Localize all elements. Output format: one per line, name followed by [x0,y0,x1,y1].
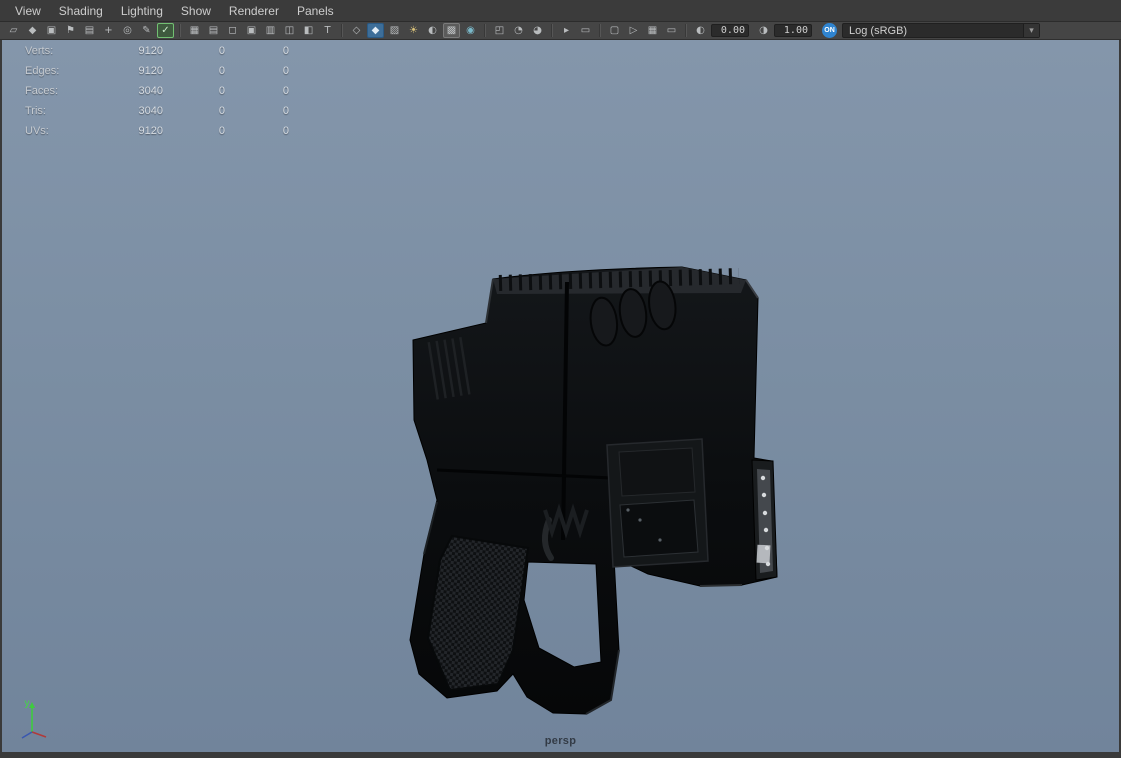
menu-panels[interactable]: Panels [288,0,343,22]
hud-stat-col2: 0 [218,65,225,77]
xray-joints-icon[interactable]: ◕ [529,23,546,38]
menu-renderer[interactable]: Renderer [220,0,288,22]
hud-text-icon[interactable]: T [319,23,336,38]
camera-sequencer-icon[interactable]: ▸ [558,23,575,38]
hud-stat-total: 3040 [138,105,163,117]
toolbar-separator [551,24,553,37]
hud-stat-col2: 0 [218,45,225,57]
image-plane-icon[interactable]: ▤ [81,23,98,38]
grease-pencil-icon[interactable]: ✎ [138,23,155,38]
menu-view[interactable]: View [6,0,50,22]
use-all-lights-icon[interactable]: ☀ [405,23,422,38]
exposure-field[interactable] [711,24,749,37]
gun-magazine-block [606,438,709,568]
hud-stat-col2: 0 [218,105,225,117]
axis-y-label: y [24,698,30,709]
hud-stat-col3: 0 [282,85,289,97]
view-transform-dropdown[interactable]: Log (sRGB) ▾ [842,23,1040,38]
menu-shading[interactable]: Shading [50,0,112,22]
isolate-select-icon[interactable]: ◰ [491,23,508,38]
xray-icon[interactable]: ◔ [510,23,527,38]
textured-icon[interactable]: ▨ [386,23,403,38]
toolbar-separator [685,24,687,37]
hud-stat-total: 9120 [138,45,163,57]
panel-toolbar: ▱◆▣⚑▤+◎✎✓▦▤◻▣▥◫◧T◇◆▨☀◐▩◉◰◔◕▸▭▢▷▦▭ ◐ ◑ ON… [0,22,1121,40]
safe-title-icon[interactable]: ◧ [300,23,317,38]
bookmark-icon[interactable]: ⚑ [62,23,79,38]
hud-stat-total: 3040 [138,85,163,97]
hud-stat-col3: 0 [282,105,289,117]
axis-x-line [31,731,47,738]
resolution-gate-icon[interactable]: ◻ [224,23,241,38]
window-edge-left [0,40,2,758]
hud-stat-col3: 0 [282,45,289,57]
screen-space-ao-icon[interactable]: ▩ [443,23,460,38]
camera-select-icon[interactable]: ▱ [5,23,22,38]
clapper-icon[interactable]: ▭ [577,23,594,38]
gamma-icon[interactable]: ◑ [755,23,772,38]
gate-mask-icon[interactable]: ▣ [243,23,260,38]
menu-lighting[interactable]: Lighting [112,0,172,22]
window-edge-bottom [0,752,1121,758]
render-view-icon[interactable]: ▦ [644,23,661,38]
hud-stat-label: Tris: [25,105,46,117]
pan-zoom-icon[interactable]: + [100,23,117,38]
letterbox-icon[interactable]: ▭ [663,23,680,38]
field-chart-icon[interactable]: ▥ [262,23,279,38]
playblast-icon[interactable]: ▷ [625,23,642,38]
toolbar-separator [599,24,601,37]
axis-triad: y [21,698,47,739]
toolbar-separator [484,24,486,37]
view-transform-value: Log (sRGB) [849,24,908,37]
wireframe-icon[interactable]: ◇ [348,23,365,38]
shadows-icon[interactable]: ◐ [424,23,441,38]
hud-stat-col2: 0 [218,125,225,137]
toolbar-icon-groups: ▱ ◆ ▣ ⚑ ▤ + ◎ ✎ ✓ ▦ ▤ ◻ ▣ ▥ ◫ ◧ T ◇ ◆ ▨ ☀ ◐ ▩ ◉ ◰ ◔ ◕ ▸ ▭ ▢ ▷ ▦ ▭ [4,23,681,38]
hud-stat-total: 9120 [138,125,163,137]
chevron-down-icon: ▾ [1023,24,1039,37]
camera-lock-icon[interactable]: ◆ [24,23,41,38]
grid-icon[interactable]: ▦ [186,23,203,38]
hud-stat-label: Verts: [25,45,54,57]
snap-view-icon[interactable]: ◎ [119,23,136,38]
axis-z-line [21,731,33,739]
camera-attributes-icon[interactable]: ▣ [43,23,60,38]
poly-count-hud: Verts: 9120 0 0 Edges: 9120 0 0 Faces: 3040 0 0 Tris… [25,41,289,141]
viewport[interactable]: Verts: 9120 0 0 Edges: 9120 0 0 Faces: 3040 0 0 Tris… [0,40,1121,752]
exposure-icon[interactable]: ◐ [692,23,709,38]
film-gate-icon[interactable]: ▤ [205,23,222,38]
safe-action-icon[interactable]: ◫ [281,23,298,38]
snapshot-icon[interactable]: ▢ [606,23,623,38]
toolbar-separator [341,24,343,37]
gamma-field[interactable] [774,24,812,37]
gun-model[interactable] [0,40,1121,752]
panel-menu-bar: View Shading Lighting Show Renderer Pane… [0,0,1121,22]
toolbar-separator [179,24,181,37]
hud-stat-total: 9120 [138,65,163,77]
hud-stat-col3: 0 [282,125,289,137]
color-management-toggle[interactable]: ON [822,23,837,38]
menu-show[interactable]: Show [172,0,220,22]
hud-stat-col2: 0 [218,85,225,97]
hud-stat-col3: 0 [282,65,289,77]
smooth-shade-icon[interactable]: ◆ [367,23,384,38]
hud-stat-label: Edges: [25,65,60,77]
anti-aliasing-icon[interactable]: ◉ [462,23,479,38]
gun-side-rail [751,459,778,581]
camera-name-label: persp [544,735,577,747]
hud-stat-label: UVs: [25,125,49,137]
hud-stat-label: Faces: [25,85,59,97]
highlight-selection-icon[interactable]: ✓ [157,23,174,38]
